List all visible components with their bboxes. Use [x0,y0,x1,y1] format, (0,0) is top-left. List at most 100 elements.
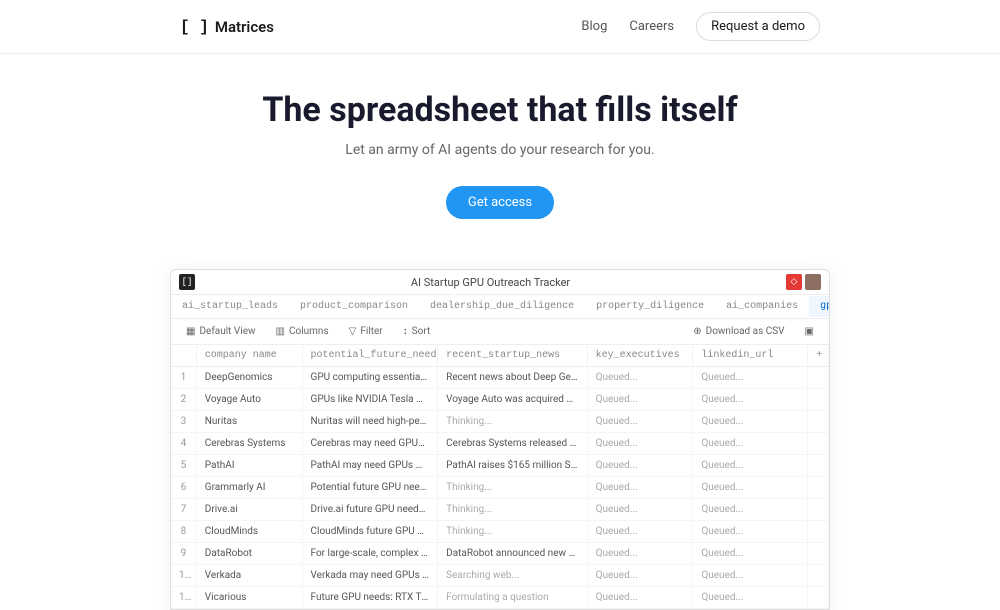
cell-news[interactable]: Voyage Auto was acquired by Cruise, •••• [438,389,587,411]
cell-company[interactable]: Grammarly AI [196,477,302,499]
cell-linkedin[interactable]: Queued... [693,455,808,477]
cell-linkedin[interactable]: Queued... [693,565,808,587]
tab-ai_companies[interactable]: ai_companies [715,296,809,317]
expand-icon: ▣ [805,326,814,337]
cell-linkedin[interactable]: Queued... [693,521,808,543]
avatar[interactable]: ◇ [786,274,802,290]
cell-linkedin[interactable]: Queued... [693,499,808,521]
cell-needs[interactable]: GPUs like NVIDIA Tesla A100, V100 •••• [302,389,438,411]
table-row[interactable]: 4Cerebras SystemsCerebras may need GPUs … [171,433,829,455]
cell-news[interactable]: PathAI raises $165 million Series C - c … [438,455,587,477]
cell-executives[interactable]: Queued... [587,543,693,565]
cell-news[interactable]: Searching web... [438,565,587,587]
table-row[interactable]: 2Voyage AutoGPUs like NVIDIA Tesla A100,… [171,389,829,411]
cell-needs[interactable]: CloudMinds future GPU needs: sca •••• [302,521,438,543]
cell-executives[interactable]: Queued... [587,389,693,411]
cell-executives[interactable]: Queued... [587,499,693,521]
view-selector[interactable]: ▦Default View [179,323,263,340]
nav-blog[interactable]: Blog [581,19,607,34]
cell-needs[interactable]: Cerebras may need GPUs supporti •••• [302,433,438,455]
cell-news[interactable]: Recent news about Deep Genomics in •••• [438,367,587,389]
cell-company[interactable]: Verkada [196,565,302,587]
hero-title: The spreadsheet that fills itself [0,90,1000,130]
nav-careers[interactable]: Careers [629,19,674,34]
cell-needs[interactable]: Drive.ai future GPU needs include i •••• [302,499,438,521]
cell-company[interactable]: DeepGenomics [196,367,302,389]
cell-linkedin[interactable]: Queued... [693,433,808,455]
table-row[interactable]: 5PathAIPathAI may need GPUs with increa … [171,455,829,477]
cell-linkedin[interactable]: Queued... [693,587,808,609]
table-row[interactable]: 10VerkadaVerkada may need GPUs that offe… [171,565,829,587]
cell-company[interactable]: Vicarious [196,587,302,609]
cell-executives[interactable]: Queued... [587,455,693,477]
avatar[interactable] [805,274,821,290]
cell-news[interactable]: Formulating a question [438,587,587,609]
cell-needs[interactable]: GPU computing essential for AI, ac •••• [302,367,438,389]
cell-needs[interactable]: Verkada may need GPUs that offer •••• [302,565,438,587]
cell-linkedin[interactable]: Queued... [693,543,808,565]
cell-news[interactable]: DataRobot announced new generative •••• [438,543,587,565]
cell-news[interactable]: Thinking... [438,411,587,433]
column-header[interactable]: recent_startup_news [438,345,587,367]
add-column-button[interactable]: + [808,345,829,367]
cell-needs[interactable]: Nuritas will need high-performance •••• [302,411,438,433]
grid-icon: ▦ [186,326,195,337]
cell-needs[interactable]: For large-scale, complex model trai •••• [302,543,438,565]
cell-executives[interactable]: Queued... [587,411,693,433]
table-row[interactable]: 8CloudMindsCloudMinds future GPU needs: … [171,521,829,543]
cell-executives[interactable]: Queued... [587,521,693,543]
table-row[interactable]: 9DataRobotFor large-scale, complex model… [171,543,829,565]
tab-product_comparison[interactable]: product_comparison [289,296,419,317]
column-header[interactable]: potential_future_needs [302,345,438,367]
row-number: 8 [171,521,196,543]
cell-empty [808,521,829,543]
cell-needs[interactable]: Potential future GPU needs for Gra •••• [302,477,438,499]
cell-news[interactable]: Thinking... [438,477,587,499]
table-row[interactable]: 11VicariousFuture GPU needs: RTX Titan o… [171,587,829,609]
cell-linkedin[interactable]: Queued... [693,477,808,499]
cell-linkedin[interactable]: Queued... [693,367,808,389]
table-row[interactable]: 7Drive.aiDrive.ai future GPU needs inclu… [171,499,829,521]
tab-property_diligence[interactable]: property_diligence [585,296,715,317]
cell-executives[interactable]: Queued... [587,367,693,389]
row-number: 3 [171,411,196,433]
table-row[interactable]: 3NuritasNuritas will need high-performan… [171,411,829,433]
cell-executives[interactable]: Queued... [587,477,693,499]
cell-executives[interactable]: Queued... [587,565,693,587]
column-header[interactable]: linkedin_url [693,345,808,367]
row-number-header [171,345,196,367]
column-header[interactable]: company name [196,345,302,367]
cell-company[interactable]: Cerebras Systems [196,433,302,455]
cell-company[interactable]: CloudMinds [196,521,302,543]
cell-linkedin[interactable]: Queued... [693,411,808,433]
download-csv-button[interactable]: ⊕Download as CSV [686,323,791,340]
cell-company[interactable]: DataRobot [196,543,302,565]
cell-needs[interactable]: Future GPU needs: RTX Titan or si •••• [302,587,438,609]
cell-news[interactable]: Thinking... [438,521,587,543]
table-row[interactable]: 1DeepGenomicsGPU computing essential for… [171,367,829,389]
cell-news[interactable]: Thinking... [438,499,587,521]
cell-company[interactable]: PathAI [196,455,302,477]
tab-ai_startup_leads[interactable]: ai_startup_leads [171,296,289,317]
row-number: 5 [171,455,196,477]
tab-gpu_sales_research[interactable]: gpu_sales_research [809,296,830,317]
cell-executives[interactable]: Queued... [587,587,693,609]
cell-executives[interactable]: Queued... [587,433,693,455]
columns-button[interactable]: ▥Columns [269,323,336,340]
table-row[interactable]: 6Grammarly AIPotential future GPU needs … [171,477,829,499]
request-demo-button[interactable]: Request a demo [696,12,820,41]
cell-company[interactable]: Drive.ai [196,499,302,521]
cell-company[interactable]: Voyage Auto [196,389,302,411]
logo[interactable]: [ ] Matrices [180,18,274,36]
cell-company[interactable]: Nuritas [196,411,302,433]
column-header[interactable]: key_executives [587,345,693,367]
tab-dealership_due_diligence[interactable]: dealership_due_diligence [419,296,585,317]
filter-button[interactable]: ▽Filter [342,323,390,340]
cell-empty [808,389,829,411]
expand-button[interactable]: ▣ [798,323,821,340]
get-access-button[interactable]: Get access [446,186,554,219]
cell-needs[interactable]: PathAI may need GPUs with increa •••• [302,455,438,477]
cell-linkedin[interactable]: Queued... [693,389,808,411]
cell-news[interactable]: Cerebras Systems released open-sou •••• [438,433,587,455]
sort-button[interactable]: ↕Sort [396,323,438,340]
